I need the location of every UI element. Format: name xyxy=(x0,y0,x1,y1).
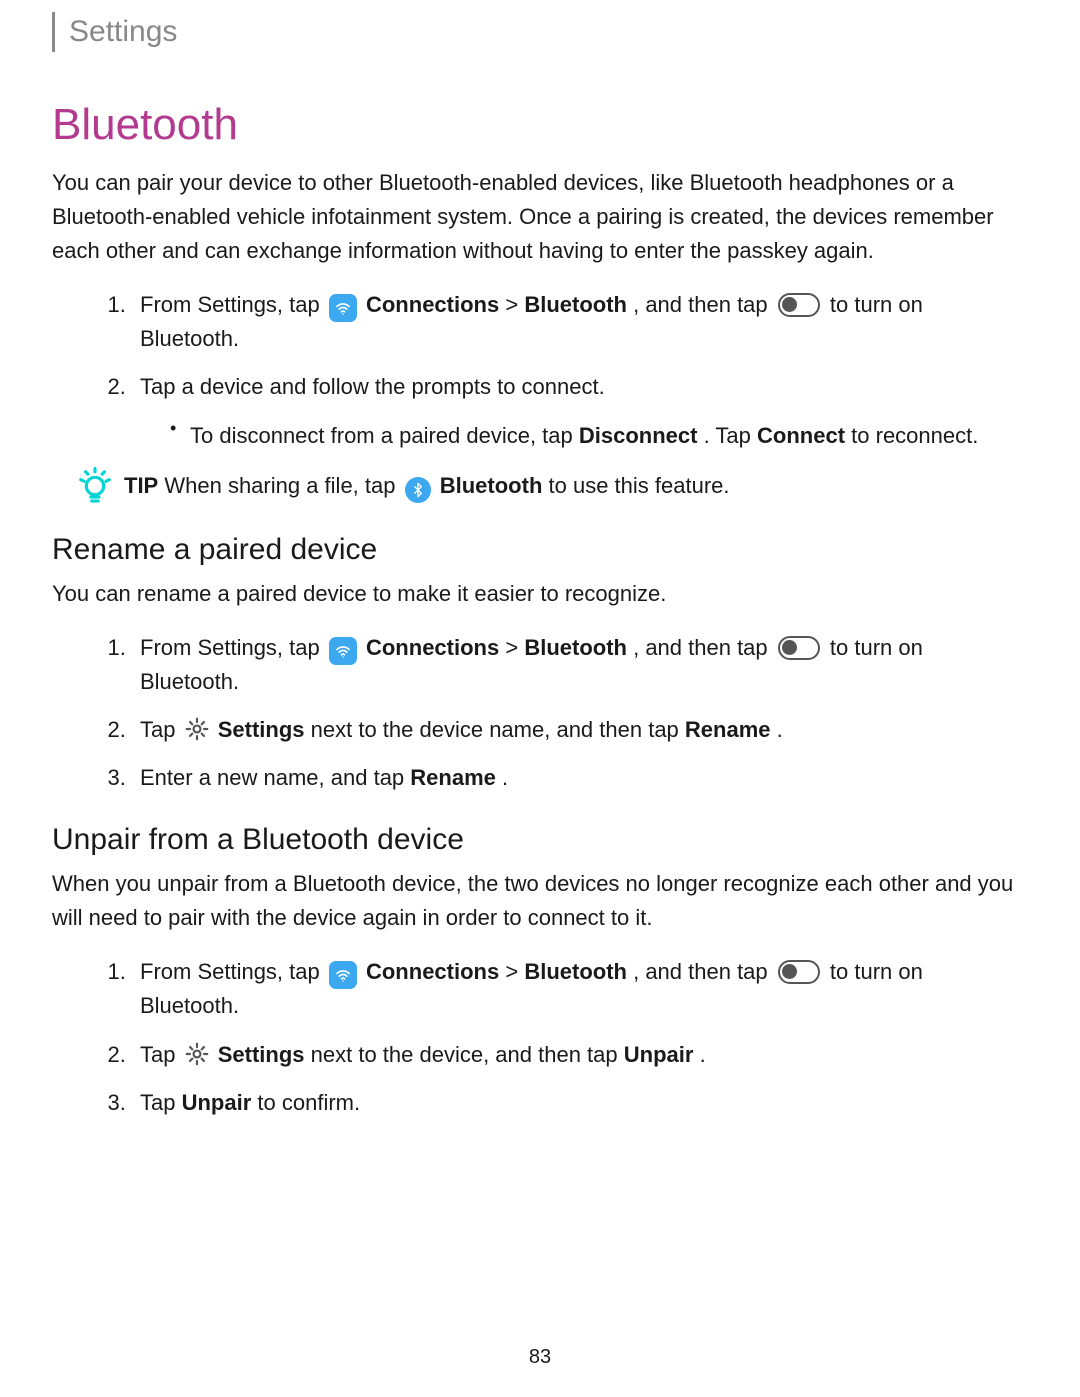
gear-icon xyxy=(184,716,210,742)
rename-label: Rename xyxy=(685,717,771,742)
text: to confirm. xyxy=(257,1090,360,1115)
settings-label: Settings xyxy=(218,1042,305,1067)
step-1: From Settings, tap Connections > Bluetoo… xyxy=(132,288,1028,356)
text: From Settings, tap xyxy=(140,959,326,984)
text: . xyxy=(502,765,508,790)
unpair-label: Unpair xyxy=(182,1090,252,1115)
bluetooth-label: Bluetooth xyxy=(524,635,627,660)
text: next to the device name, and then tap xyxy=(311,717,685,742)
page-title: Bluetooth xyxy=(52,100,1028,150)
step-3: Enter a new name, and tap Rename . xyxy=(132,761,1028,795)
unpair-heading: Unpair from a Bluetooth device xyxy=(52,823,1028,857)
step-2: Tap Settings next to the device, and the… xyxy=(132,1038,1028,1072)
text: . xyxy=(777,717,783,742)
text: Tap a device and follow the prompts to c… xyxy=(140,374,605,399)
breadcrumb: Settings xyxy=(69,15,177,49)
connections-label: Connections xyxy=(366,959,499,984)
step-2: Tap Settings next to the device name, an… xyxy=(132,713,1028,747)
step-1: From Settings, tap Connections > Bluetoo… xyxy=(132,955,1028,1023)
step-1: From Settings, tap Connections > Bluetoo… xyxy=(132,631,1028,699)
tip-label: TIP xyxy=(124,473,158,498)
main-steps-list: From Settings, tap Connections > Bluetoo… xyxy=(132,288,1028,452)
connect-label: Connect xyxy=(757,423,845,448)
connections-label: Connections xyxy=(366,292,499,317)
lightbulb-icon xyxy=(76,467,114,505)
toggle-off-icon xyxy=(778,960,820,984)
tip-row: TIP When sharing a file, tap Bluetooth t… xyxy=(76,467,1028,505)
settings-label: Settings xyxy=(218,717,305,742)
toggle-off-icon xyxy=(778,636,820,660)
text: Tap xyxy=(140,717,182,742)
text: Tap xyxy=(140,1042,182,1067)
text: to reconnect. xyxy=(851,423,978,448)
text: next to the device, and then tap xyxy=(311,1042,624,1067)
step-2: Tap a device and follow the prompts to c… xyxy=(132,370,1028,452)
sub-list: To disconnect from a paired device, tap … xyxy=(170,419,1028,453)
header-accent-bar xyxy=(52,12,55,52)
rename-heading: Rename a paired device xyxy=(52,533,1028,567)
unpair-intro: When you unpair from a Bluetooth device,… xyxy=(52,867,1028,935)
rename-steps-list: From Settings, tap Connections > Bluetoo… xyxy=(132,631,1028,795)
text: Tap xyxy=(140,1090,182,1115)
text: . Tap xyxy=(704,423,757,448)
unpair-label: Unpair xyxy=(624,1042,694,1067)
text: To disconnect from a paired device, tap xyxy=(190,423,579,448)
bluetooth-label: Bluetooth xyxy=(440,473,543,498)
text: to use this feature. xyxy=(549,473,730,498)
text: . xyxy=(700,1042,706,1067)
text: From Settings, tap xyxy=(140,292,326,317)
rename-label: Rename xyxy=(410,765,496,790)
step-3: Tap Unpair to confirm. xyxy=(132,1086,1028,1120)
text: , and then tap xyxy=(633,635,774,660)
text: From Settings, tap xyxy=(140,635,326,660)
wifi-icon xyxy=(329,294,357,322)
separator: > xyxy=(505,292,524,317)
toggle-off-icon xyxy=(778,293,820,317)
separator: > xyxy=(505,635,524,660)
bluetooth-icon xyxy=(405,477,431,503)
page-header: Settings xyxy=(52,0,1028,52)
text: , and then tap xyxy=(633,959,774,984)
bluetooth-label: Bluetooth xyxy=(524,292,627,317)
intro-paragraph: You can pair your device to other Blueto… xyxy=(52,166,1028,268)
wifi-icon xyxy=(329,961,357,989)
disconnect-label: Disconnect xyxy=(579,423,698,448)
page-number: 83 xyxy=(0,1346,1080,1369)
text: When sharing a file, tap xyxy=(164,473,401,498)
unpair-steps-list: From Settings, tap Connections > Bluetoo… xyxy=(132,955,1028,1119)
wifi-icon xyxy=(329,637,357,665)
bluetooth-label: Bluetooth xyxy=(524,959,627,984)
text: , and then tap xyxy=(633,292,774,317)
text: Enter a new name, and tap xyxy=(140,765,410,790)
separator: > xyxy=(505,959,524,984)
sub-item: To disconnect from a paired device, tap … xyxy=(170,419,1028,453)
connections-label: Connections xyxy=(366,635,499,660)
gear-icon xyxy=(184,1041,210,1067)
rename-intro: You can rename a paired device to make i… xyxy=(52,577,1028,611)
tip-text: TIP When sharing a file, tap Bluetooth t… xyxy=(124,469,730,503)
